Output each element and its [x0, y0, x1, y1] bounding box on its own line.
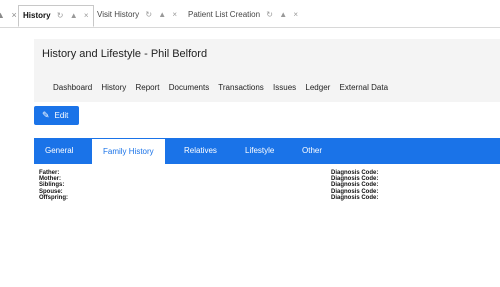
- close-icon[interactable]: ×: [84, 11, 89, 20]
- patient-header: History and Lifestyle - Phil Belford Das…: [34, 39, 500, 102]
- nav-external-data[interactable]: External Data: [340, 83, 388, 92]
- pencil-icon: ✎: [42, 110, 50, 120]
- edit-button[interactable]: ✎ Edit: [34, 106, 79, 125]
- relation-siblings-label: Siblings:: [39, 182, 65, 189]
- diagnosis-code-label: Diagnosis Code:: [331, 182, 379, 189]
- refresh-icon[interactable]: ↻: [145, 10, 152, 19]
- nav-issues[interactable]: Issues: [273, 83, 296, 92]
- refresh-icon[interactable]: ↻: [57, 11, 64, 20]
- window-tab-patient-list-creation[interactable]: Patient List Creation ↻ ▲ ×: [184, 5, 302, 27]
- relation-offspring-label: Offspring:: [39, 194, 68, 201]
- nav-report[interactable]: Report: [136, 83, 160, 92]
- window-tab-strip: ▲ × History ↻ ▲ × Visit History ↻ ▲ × Pa…: [0, 0, 500, 28]
- nav-dashboard[interactable]: Dashboard: [53, 83, 92, 92]
- edit-button-label: Edit: [54, 111, 69, 120]
- nav-ledger[interactable]: Ledger: [305, 83, 330, 92]
- lock-icon: ▲: [0, 10, 5, 20]
- tab-lifestyle[interactable]: Lifestyle: [245, 138, 274, 164]
- history-tabbar: General Family History Relatives Lifesty…: [34, 138, 500, 164]
- diagnosis-code-label: Diagnosis Code:: [331, 194, 379, 201]
- window-tab-history[interactable]: History ↻ ▲ ×: [18, 5, 94, 27]
- tab-relatives[interactable]: Relatives: [184, 138, 217, 164]
- nav-transactions[interactable]: Transactions: [218, 83, 264, 92]
- tab-family-history[interactable]: Family History: [91, 138, 166, 164]
- nav-documents[interactable]: Documents: [169, 83, 209, 92]
- window-tab-label: History: [23, 11, 51, 20]
- family-relations-list: Father: Mother: Siblings: Spouse: Offspr…: [39, 170, 68, 201]
- lock-icon[interactable]: ▲: [279, 10, 287, 19]
- page-title: History and Lifestyle - Phil Belford: [42, 48, 208, 60]
- nav-history[interactable]: History: [101, 83, 126, 92]
- lock-icon[interactable]: ▲: [70, 11, 78, 20]
- diagnosis-code-list: Diagnosis Code: Diagnosis Code: Diagnosi…: [331, 170, 378, 201]
- window-tab-visit-history[interactable]: Visit History ↻ ▲ ×: [93, 5, 181, 27]
- close-icon[interactable]: ×: [293, 10, 298, 19]
- close-icon[interactable]: ×: [172, 10, 177, 19]
- tab-other[interactable]: Other: [302, 138, 322, 164]
- diagnosis-code-label: Diagnosis Code:: [331, 188, 379, 195]
- lock-icon[interactable]: ▲: [158, 10, 166, 19]
- refresh-icon[interactable]: ↻: [266, 10, 273, 19]
- window-tab-label: Visit History: [97, 10, 140, 19]
- close-icon[interactable]: ×: [11, 10, 16, 20]
- patient-nav: Dashboard History Report Documents Trans…: [53, 83, 395, 92]
- tab-general[interactable]: General: [45, 138, 73, 164]
- window-tab-label: Patient List Creation: [188, 10, 261, 19]
